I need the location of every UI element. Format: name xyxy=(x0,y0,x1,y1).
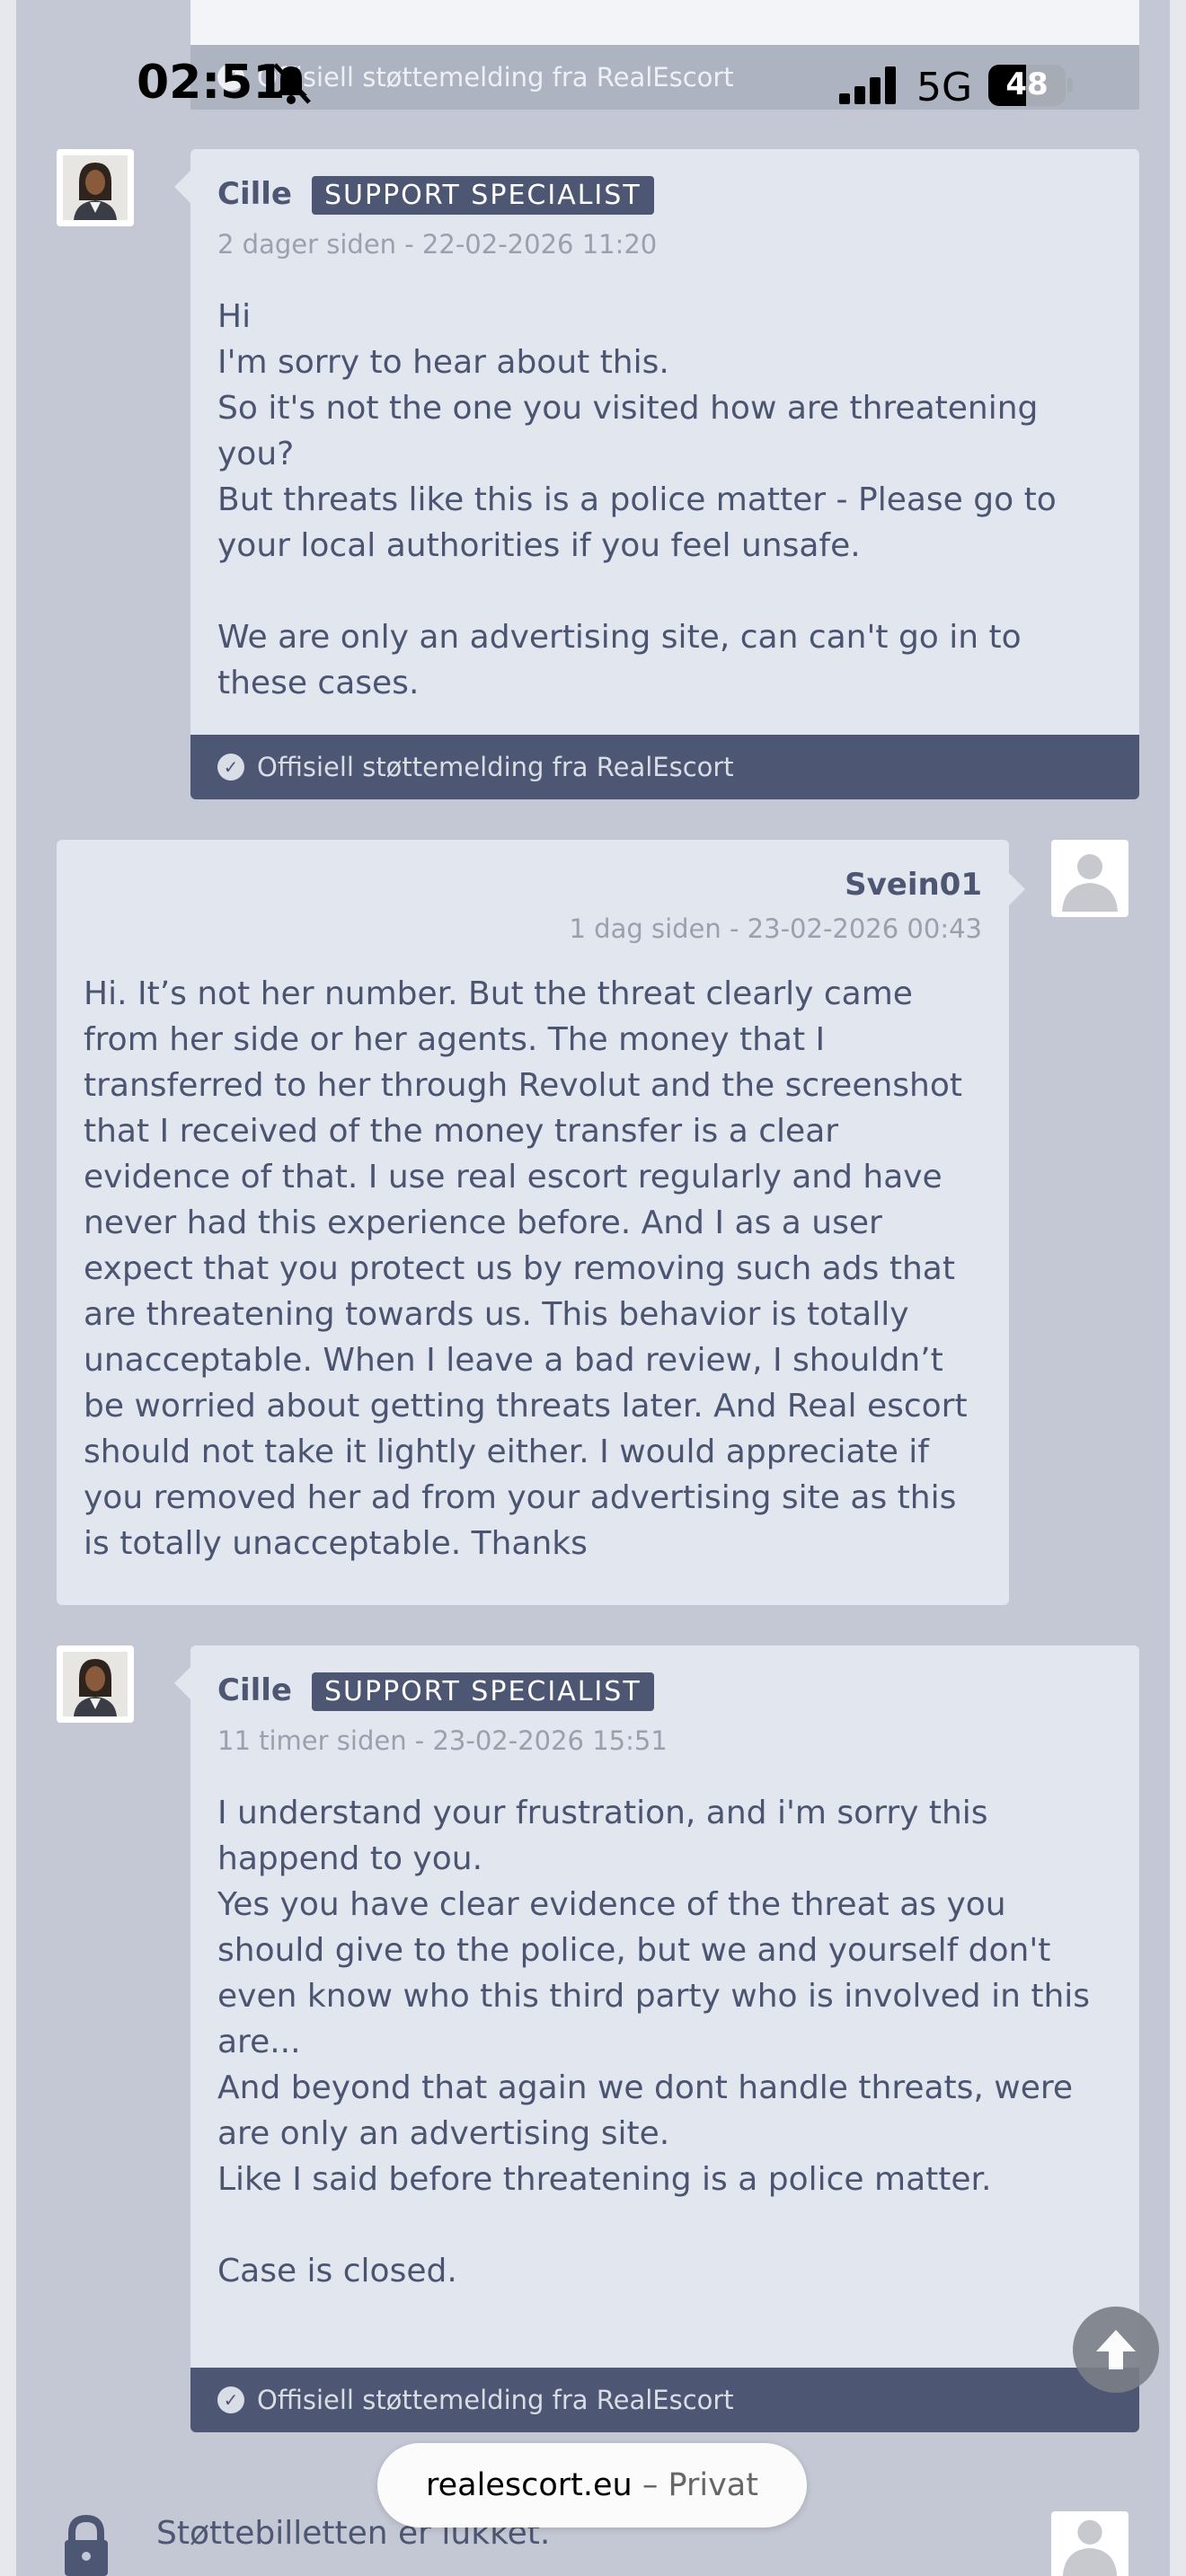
url-private-label: – Privat xyxy=(632,2467,758,2503)
user-avatar xyxy=(1051,2511,1128,2576)
bell-muted-icon xyxy=(270,61,313,106)
author-name: Svein01 xyxy=(845,867,982,903)
official-support-label: Offisiell støttemelding fra RealEscort xyxy=(257,2385,734,2415)
user-avatar xyxy=(1051,840,1128,917)
message-timestamp: 11 timer siden - 23-02-2026 15:51 xyxy=(217,1725,668,1756)
author-name: Cille xyxy=(217,1672,292,1708)
status-time: 02:51 xyxy=(137,56,286,110)
message-timestamp: 2 dager siden - 22-02-2026 11:20 xyxy=(217,229,658,260)
official-support-footer: ✓ Offisiell støttemelding fra RealEscort xyxy=(190,2368,1139,2432)
check-circle-icon: ✓ xyxy=(217,754,244,781)
bubble-pointer xyxy=(174,1667,190,1699)
ticket-thread: ✓ Offisiell støttemelding fra RealEscort… xyxy=(16,0,1170,2576)
message-timestamp: 1 dag siden - 23-02-2026 00:43 xyxy=(569,913,983,944)
support-avatar xyxy=(57,1645,134,1723)
arrow-up-icon xyxy=(1096,2330,1136,2369)
default-user-icon xyxy=(1062,2519,1118,2576)
support-specialist-badge: SUPPORT SPECIALIST xyxy=(311,176,654,215)
network-label: 5G xyxy=(916,65,973,110)
scroll-to-top-button[interactable] xyxy=(1073,2307,1159,2393)
signal-icon xyxy=(839,66,898,104)
battery-level: 48 xyxy=(1005,66,1049,102)
status-bar: 02:51 5G 48 xyxy=(0,0,1186,153)
url-bar[interactable]: realescort.eu – Privat xyxy=(377,2443,807,2527)
battery-icon: 48 xyxy=(988,65,1075,106)
official-support-label: Offisiell støttemelding fra RealEscort xyxy=(257,752,734,782)
author-name: Cille xyxy=(217,176,292,212)
user-message-card: Svein01 1 dag siden - 23-02-2026 00:43 H… xyxy=(57,840,1009,1605)
message-body: Hi. It’s not her number. But the threat … xyxy=(84,975,978,1562)
support-avatar-photo xyxy=(63,155,128,220)
bubble-pointer xyxy=(1009,873,1025,905)
lock-icon xyxy=(59,2514,113,2576)
url-domain: realescort.eu xyxy=(426,2467,633,2503)
message-body: I understand your frustration, and i'm s… xyxy=(217,1795,1091,2289)
check-circle-icon: ✓ xyxy=(217,2386,244,2413)
message-header: Cille SUPPORT SPECIALIST xyxy=(217,176,1112,215)
official-support-footer: ✓ Offisiell støttemelding fra RealEscort xyxy=(190,735,1139,799)
support-avatar-photo xyxy=(63,1652,128,1716)
default-user-icon xyxy=(1062,854,1118,912)
support-specialist-badge: SUPPORT SPECIALIST xyxy=(311,1672,654,1711)
support-message-card: Cille SUPPORT SPECIALIST 11 timer siden -… xyxy=(190,1645,1139,2432)
support-message-card: Cille SUPPORT SPECIALIST 2 dager siden - … xyxy=(190,149,1139,799)
message-body: Hi I'm sorry to hear about this. So it's… xyxy=(217,298,1057,701)
bubble-pointer xyxy=(174,171,190,203)
message-header: Cille SUPPORT SPECIALIST xyxy=(217,1672,1112,1711)
support-avatar xyxy=(57,149,134,226)
